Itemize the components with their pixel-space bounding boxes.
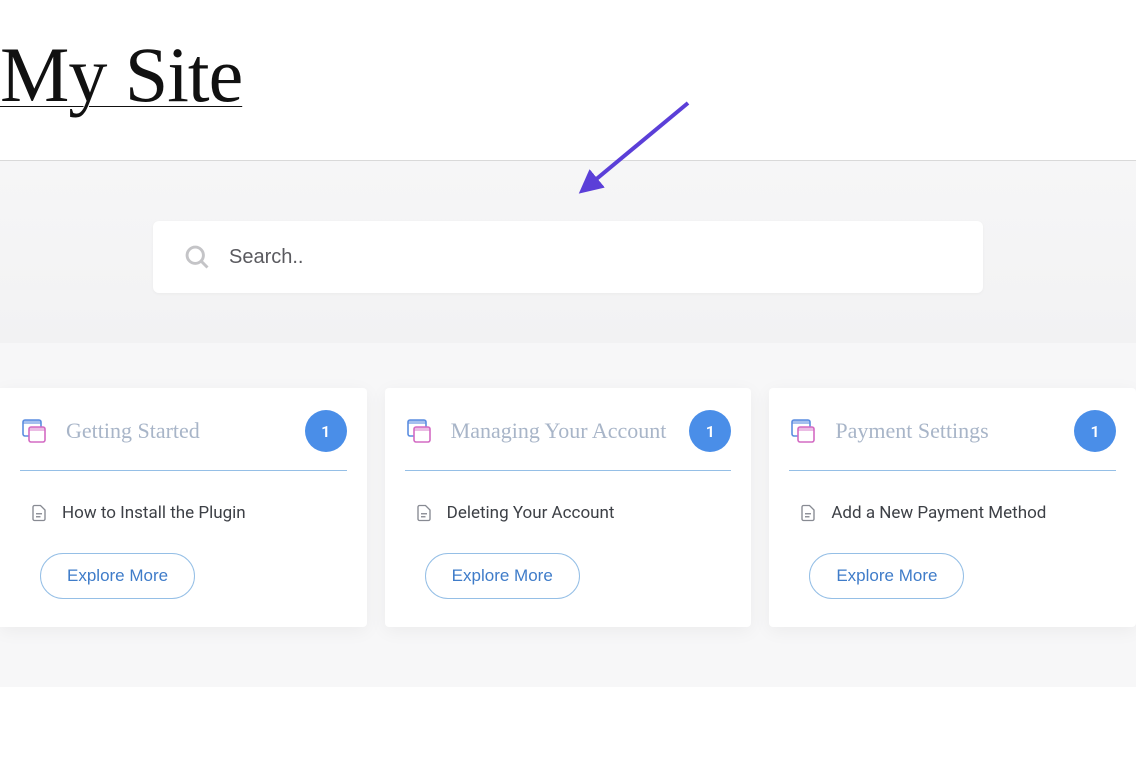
- card-count-badge: 1: [1074, 410, 1116, 452]
- search-box[interactable]: [153, 221, 983, 293]
- search-section: [0, 161, 1136, 343]
- explore-more-button[interactable]: Explore More: [40, 553, 195, 599]
- card-title: Managing Your Account: [451, 418, 672, 444]
- site-title[interactable]: My Site: [0, 30, 1136, 120]
- document-icon: [799, 504, 817, 522]
- article-link[interactable]: How to Install the Plugin: [20, 499, 347, 533]
- card-header: Getting Started 1: [20, 410, 347, 471]
- category-card-managing-account: Managing Your Account 1 Deleting Your Ac…: [385, 388, 752, 627]
- cards-section: Getting Started 1 How to Install the Plu…: [0, 343, 1136, 687]
- article-link[interactable]: Add a New Payment Method: [789, 499, 1116, 533]
- explore-more-button[interactable]: Explore More: [809, 553, 964, 599]
- card-title: Payment Settings: [835, 418, 1056, 444]
- explore-more-button[interactable]: Explore More: [425, 553, 580, 599]
- search-input[interactable]: [229, 246, 953, 269]
- card-count-badge: 1: [305, 410, 347, 452]
- category-icon: [20, 417, 48, 445]
- card-header: Payment Settings 1: [789, 410, 1116, 471]
- category-icon: [405, 417, 433, 445]
- card-header: Managing Your Account 1: [405, 410, 732, 471]
- article-title: Deleting Your Account: [447, 503, 615, 523]
- document-icon: [30, 504, 48, 522]
- document-icon: [415, 504, 433, 522]
- category-card-getting-started: Getting Started 1 How to Install the Plu…: [0, 388, 367, 627]
- article-link[interactable]: Deleting Your Account: [405, 499, 732, 533]
- site-header: My Site: [0, 0, 1136, 161]
- category-card-payment-settings: Payment Settings 1 Add a New Payment Met…: [769, 388, 1136, 627]
- card-title: Getting Started: [66, 418, 287, 444]
- category-icon: [789, 417, 817, 445]
- card-count-badge: 1: [689, 410, 731, 452]
- article-title: How to Install the Plugin: [62, 503, 246, 523]
- article-title: Add a New Payment Method: [831, 503, 1046, 523]
- cards-row: Getting Started 1 How to Install the Plu…: [0, 388, 1136, 627]
- search-icon: [183, 243, 211, 271]
